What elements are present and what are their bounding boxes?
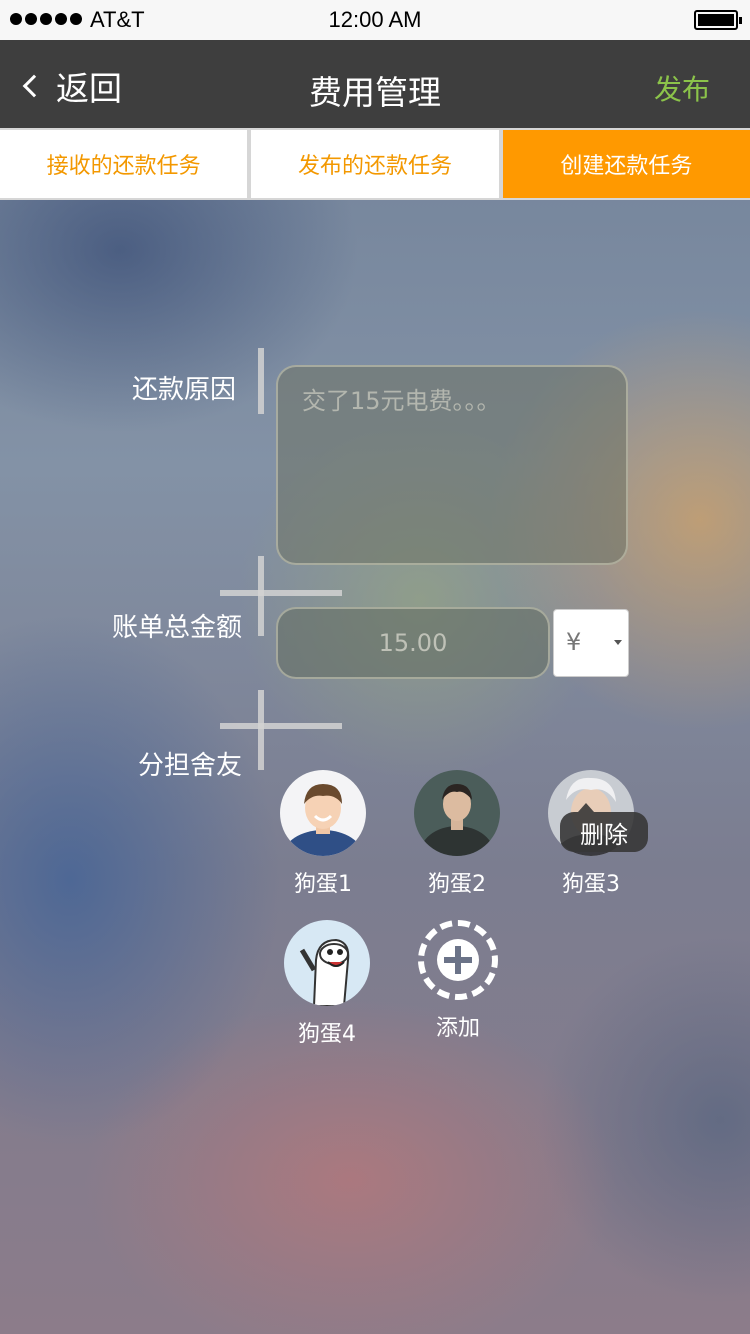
tab-bar: 接收的还款任务 发布的还款任务 创建还款任务 (0, 128, 750, 200)
chevron-left-icon (22, 74, 46, 98)
roommate-item[interactable]: 狗蛋4 (267, 920, 387, 1048)
tab-received-tasks[interactable]: 接收的还款任务 (0, 130, 248, 198)
caret-down-icon (614, 640, 622, 645)
battery-icon (694, 10, 742, 30)
publish-button[interactable]: 发布 (654, 68, 710, 108)
reason-label: 还款原因 (131, 375, 236, 405)
roommate-name: 狗蛋3 (562, 872, 620, 897)
reason-placeholder: 交了15元电费。。。 (302, 387, 501, 415)
plus-icon (437, 939, 479, 981)
tab-published-tasks[interactable]: 发布的还款任务 (251, 130, 499, 198)
add-label: 添加 (435, 1016, 480, 1041)
roommate-item[interactable]: 狗蛋2 (397, 770, 517, 898)
avatar[interactable] (280, 770, 366, 856)
divider-line (258, 556, 264, 636)
reason-textarea[interactable]: 交了15元电费。。。 (276, 365, 628, 565)
roommate-name: 狗蛋4 (298, 1022, 356, 1047)
add-roommate-button[interactable] (418, 920, 498, 1000)
amount-placeholder: 15.00 (378, 629, 448, 657)
avatar[interactable] (284, 920, 370, 1006)
roommate-item[interactable]: 狗蛋1 (263, 770, 383, 898)
add-roommate-item[interactable]: 添加 (398, 920, 518, 1042)
navigation-bar: 返回 费用管理 发布 (0, 40, 750, 128)
status-time: 12:00 AM (328, 7, 422, 32)
roommate-name: 狗蛋2 (428, 872, 486, 897)
currency-value: ¥ (566, 628, 582, 656)
tab-create-task[interactable]: 创建还款任务 (502, 130, 750, 198)
status-bar: AT&T 12:00 AM (0, 0, 750, 40)
share-label: 分担舍友 (137, 751, 242, 781)
amount-input[interactable]: 15.00 (276, 607, 550, 679)
avatar[interactable] (414, 770, 500, 856)
delete-button[interactable]: 删除 (560, 803, 648, 852)
divider-line (220, 723, 342, 729)
amount-label: 账单总金额 (111, 613, 242, 643)
roommate-name: 狗蛋1 (294, 872, 352, 897)
divider-line (258, 690, 264, 770)
currency-select[interactable]: ¥ (553, 609, 629, 677)
divider-line (258, 348, 264, 414)
back-label: 返回 (56, 69, 122, 108)
divider-line (220, 590, 342, 596)
back-button[interactable]: 返回 (20, 62, 122, 110)
